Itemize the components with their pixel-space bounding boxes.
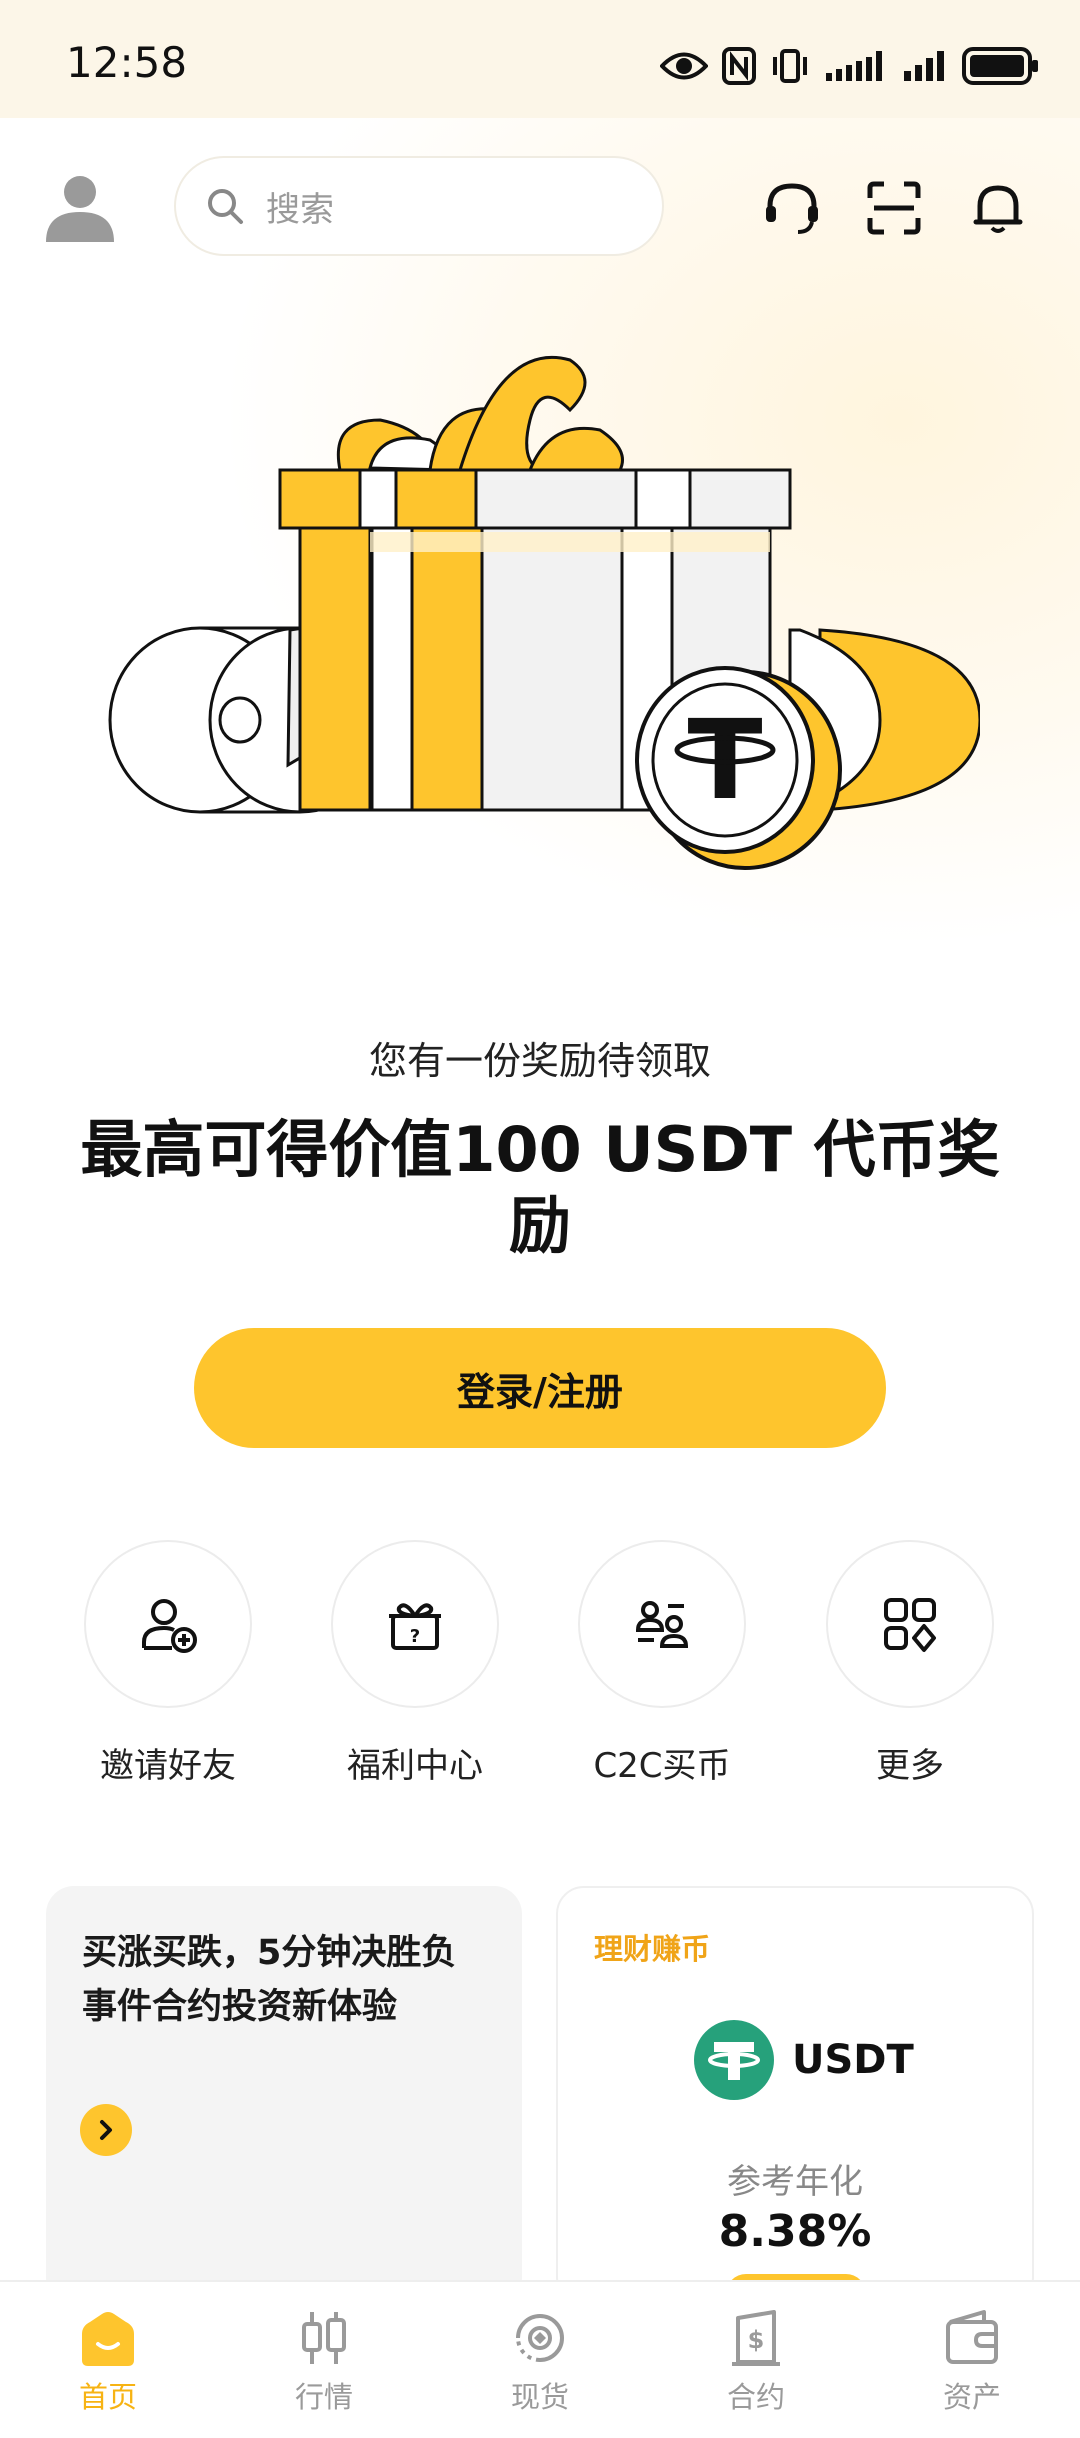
invite-user-icon	[142, 1599, 197, 1653]
quick-action-circle: ?	[331, 1540, 499, 1708]
headset-support-icon[interactable]	[762, 178, 822, 238]
promo-text: 买涨买跌，5分钟决胜负事件合约投资新体验	[82, 1933, 457, 2027]
nfc-icon	[722, 47, 756, 85]
tab-label: 现货	[510, 2380, 569, 2414]
signal-1-icon	[826, 51, 882, 81]
status-time: 12:58	[66, 38, 188, 87]
bell-notification-icon[interactable]	[968, 178, 1028, 238]
quick-action-invite[interactable]: 邀请好友	[58, 1540, 278, 1787]
quick-action-label: 更多	[876, 1746, 944, 1786]
signal-2-icon	[904, 51, 944, 81]
earn-product-card[interactable]: 理财赚币 USDT 参考年化 8.38%	[556, 1886, 1034, 2314]
tab-label: 资产	[942, 2380, 1001, 2414]
tab-label: 行情	[294, 2380, 353, 2414]
quick-action-label: 邀请好友	[100, 1746, 236, 1786]
tab-home[interactable]: 首页	[0, 2308, 216, 2416]
coin-row: USDT	[694, 2020, 914, 2100]
quick-actions: 邀请好友 ? 福利中心 C2C买币 更多	[0, 1540, 1080, 1790]
tab-contract[interactable]: $ 合约	[648, 2308, 864, 2416]
event-contract-promo-card[interactable]: 买涨买跌，5分钟决胜负事件合约投资新体验	[46, 1886, 522, 2306]
earn-tag: 理财赚币	[594, 1932, 711, 1966]
battery-icon	[962, 47, 1038, 85]
apy-value: 8.38%	[718, 2206, 872, 2257]
tab-label: 首页	[78, 2380, 137, 2414]
c2c-icon	[635, 1601, 689, 1648]
vibrate-icon	[773, 49, 807, 83]
svg-text:$: $	[748, 2326, 765, 2354]
quick-action-c2c[interactable]: C2C买币	[552, 1540, 772, 1787]
apy-label: 参考年化	[727, 2162, 863, 2202]
avatar-icon[interactable]	[44, 170, 116, 242]
quick-action-circle	[826, 1540, 994, 1708]
status-bar: 12:58	[0, 0, 1080, 118]
status-icons	[660, 44, 1040, 88]
wallet-icon	[946, 2310, 998, 2364]
tab-market[interactable]: 行情	[216, 2308, 432, 2416]
quick-action-more[interactable]: 更多	[800, 1540, 1020, 1787]
bottom-tab-bar: 首页 行情 现货 $ 合约 资产	[0, 2280, 1080, 2438]
usdt-logo-icon	[694, 2020, 774, 2100]
spot-trade-icon	[516, 2314, 564, 2362]
svg-text:?: ?	[410, 1626, 420, 1647]
eye-icon	[660, 52, 708, 80]
contract-icon: $	[732, 2310, 780, 2366]
reward-subtitle: 您有一份奖励待领取	[368, 1039, 711, 1083]
search-placeholder: 搜索	[266, 189, 334, 230]
top-header: 搜索	[0, 150, 1080, 262]
tab-spot[interactable]: 现货	[432, 2308, 648, 2416]
home-icon	[82, 2312, 134, 2366]
quick-action-circle	[578, 1540, 746, 1708]
quick-action-circle	[84, 1540, 252, 1708]
search-icon	[208, 189, 243, 224]
promo-arrow-button[interactable]	[80, 2104, 132, 2156]
coin-name: USDT	[792, 2037, 914, 2083]
gift-reward-illustration: T	[108, 355, 980, 870]
search-input[interactable]: 搜索	[174, 156, 664, 256]
quick-action-welfare[interactable]: ? 福利中心	[305, 1540, 525, 1787]
quick-action-label: C2C买币	[593, 1746, 731, 1786]
quick-action-label: 福利中心	[347, 1746, 483, 1786]
reward-title: 最高可得价值100 USDT 代币奖励	[80, 1113, 1000, 1262]
chevron-right-icon	[100, 2120, 112, 2140]
tab-assets[interactable]: 资产	[864, 2308, 1080, 2416]
more-grid-icon	[884, 1598, 936, 1652]
gift-box-icon: ?	[389, 1603, 441, 1650]
tab-label: 合约	[726, 2380, 785, 2414]
scan-icon[interactable]	[864, 178, 924, 238]
candlestick-icon	[302, 2312, 346, 2364]
login-register-button[interactable]: 登录/注册	[194, 1328, 886, 1448]
